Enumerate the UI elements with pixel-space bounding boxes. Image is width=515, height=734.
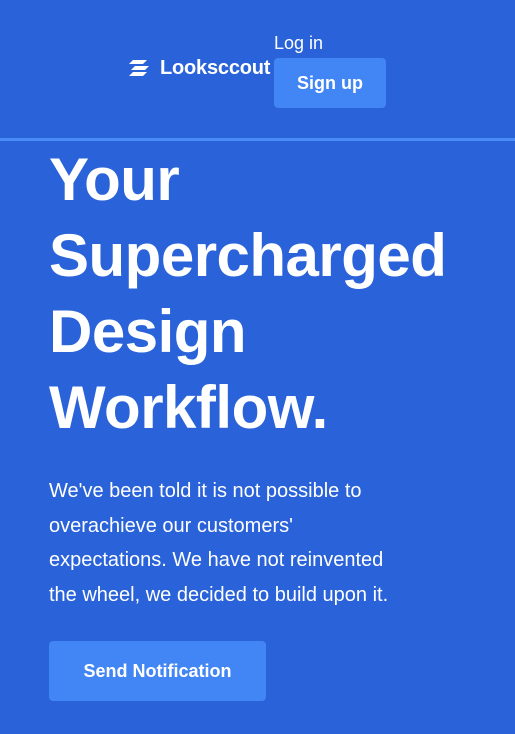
hero-description-line: overachieve our customers' [49, 514, 293, 537]
hero-description-line: expectations. We have not reinvented [49, 549, 384, 571]
send-notification-button[interactable]: Send Notification [49, 641, 266, 701]
hero-title-line: Workflow. [49, 374, 328, 441]
signup-button[interactable]: Sign up [274, 58, 386, 108]
login-link[interactable]: Log in [274, 32, 323, 54]
hero-title-line: Supercharged [49, 222, 447, 289]
hero-title-line: Your [49, 146, 180, 213]
hero-description-line: We've been told it is not possible to [49, 480, 362, 502]
hero-description-line: the wheel, we decided to build upon it. [49, 583, 389, 606]
stacked-stripes-logo-icon [129, 60, 149, 76]
hero-title-line: Design [49, 298, 247, 365]
brand-name: Looksccout [160, 57, 271, 79]
site-header: Looksccout Log in Sign up [0, 0, 515, 138]
hero-description: We've been told it is not possible to ov… [49, 474, 469, 612]
header-divider [0, 138, 515, 141]
hero-title: Your Supercharged Design Workflow. [49, 142, 489, 446]
brand-logo[interactable]: Looksccout [128, 56, 270, 80]
